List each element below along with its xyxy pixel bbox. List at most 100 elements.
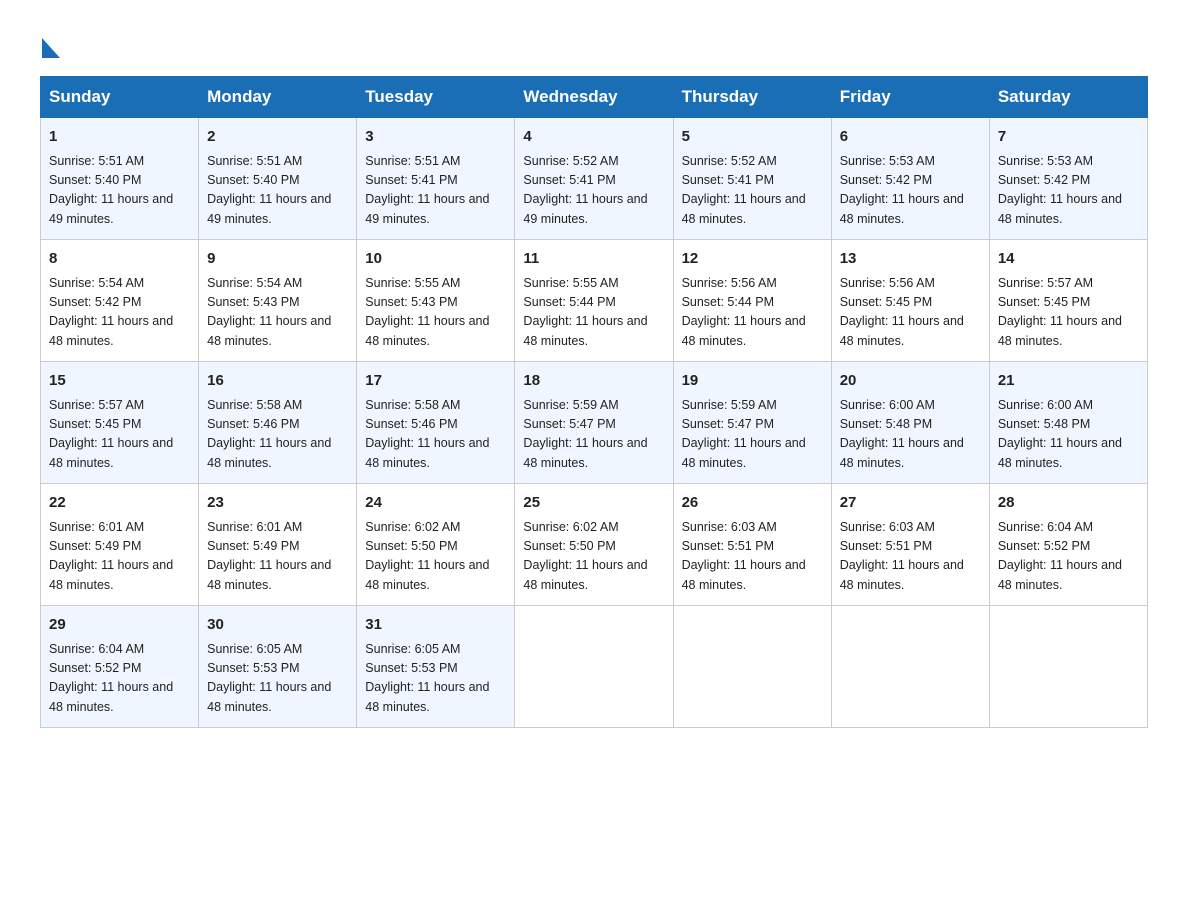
- page-header: [40, 30, 1148, 58]
- day-number: 10: [365, 248, 506, 271]
- calendar-day-cell: [989, 606, 1147, 728]
- day-number: 1: [49, 126, 190, 149]
- calendar-day-cell: 26 Sunrise: 6:03 AMSunset: 5:51 PMDayligh…: [673, 484, 831, 606]
- calendar-week-row: 29 Sunrise: 6:04 AMSunset: 5:52 PMDayligh…: [41, 606, 1148, 728]
- day-number: 6: [840, 126, 981, 149]
- calendar-day-cell: 14 Sunrise: 5:57 AMSunset: 5:45 PMDayligh…: [989, 240, 1147, 362]
- calendar-day-cell: [515, 606, 673, 728]
- day-number: 8: [49, 248, 190, 271]
- day-info: Sunrise: 6:04 AMSunset: 5:52 PMDaylight:…: [998, 518, 1139, 596]
- day-number: 11: [523, 248, 664, 271]
- day-number: 2: [207, 126, 348, 149]
- day-number: 22: [49, 492, 190, 515]
- day-number: 29: [49, 614, 190, 637]
- day-number: 25: [523, 492, 664, 515]
- day-info: Sunrise: 6:00 AMSunset: 5:48 PMDaylight:…: [998, 396, 1139, 474]
- day-of-week-header: Monday: [199, 77, 357, 118]
- day-info: Sunrise: 5:57 AMSunset: 5:45 PMDaylight:…: [998, 274, 1139, 352]
- calendar-day-cell: 28 Sunrise: 6:04 AMSunset: 5:52 PMDayligh…: [989, 484, 1147, 606]
- day-info: Sunrise: 6:04 AMSunset: 5:52 PMDaylight:…: [49, 640, 190, 718]
- day-number: 30: [207, 614, 348, 637]
- day-number: 21: [998, 370, 1139, 393]
- day-info: Sunrise: 5:57 AMSunset: 5:45 PMDaylight:…: [49, 396, 190, 474]
- day-number: 17: [365, 370, 506, 393]
- calendar-day-cell: 21 Sunrise: 6:00 AMSunset: 5:48 PMDayligh…: [989, 362, 1147, 484]
- day-info: Sunrise: 6:02 AMSunset: 5:50 PMDaylight:…: [365, 518, 506, 596]
- day-info: Sunrise: 5:55 AMSunset: 5:44 PMDaylight:…: [523, 274, 664, 352]
- day-info: Sunrise: 6:05 AMSunset: 5:53 PMDaylight:…: [365, 640, 506, 718]
- day-info: Sunrise: 6:01 AMSunset: 5:49 PMDaylight:…: [49, 518, 190, 596]
- day-info: Sunrise: 5:54 AMSunset: 5:42 PMDaylight:…: [49, 274, 190, 352]
- calendar-week-row: 22 Sunrise: 6:01 AMSunset: 5:49 PMDayligh…: [41, 484, 1148, 606]
- day-info: Sunrise: 6:05 AMSunset: 5:53 PMDaylight:…: [207, 640, 348, 718]
- calendar-day-cell: 5Sunrise: 5:52 AMSunset: 5:41 PMDaylight…: [673, 118, 831, 240]
- day-number: 9: [207, 248, 348, 271]
- calendar-day-cell: 12 Sunrise: 5:56 AMSunset: 5:44 PMDayligh…: [673, 240, 831, 362]
- day-of-week-header: Friday: [831, 77, 989, 118]
- calendar-day-cell: 10 Sunrise: 5:55 AMSunset: 5:43 PMDayligh…: [357, 240, 515, 362]
- day-info: Sunrise: 5:52 AMSunset: 5:41 PMDaylight:…: [682, 152, 823, 230]
- day-of-week-header: Wednesday: [515, 77, 673, 118]
- calendar-day-cell: 7 Sunrise: 5:53 AMSunset: 5:42 PMDaylight…: [989, 118, 1147, 240]
- day-info: Sunrise: 5:51 AMSunset: 5:40 PMDaylight:…: [49, 152, 190, 230]
- day-info: Sunrise: 5:54 AMSunset: 5:43 PMDaylight:…: [207, 274, 348, 352]
- day-info: Sunrise: 5:52 AMSunset: 5:41 PMDaylight:…: [523, 152, 664, 230]
- day-info: Sunrise: 6:02 AMSunset: 5:50 PMDaylight:…: [523, 518, 664, 596]
- day-number: 28: [998, 492, 1139, 515]
- day-of-week-header: Saturday: [989, 77, 1147, 118]
- day-info: Sunrise: 6:03 AMSunset: 5:51 PMDaylight:…: [682, 518, 823, 596]
- logo-arrow-icon: [42, 38, 60, 58]
- day-info: Sunrise: 5:55 AMSunset: 5:43 PMDaylight:…: [365, 274, 506, 352]
- day-number: 13: [840, 248, 981, 271]
- calendar-day-cell: 24 Sunrise: 6:02 AMSunset: 5:50 PMDayligh…: [357, 484, 515, 606]
- calendar-day-cell: [831, 606, 989, 728]
- calendar-day-cell: 1 Sunrise: 5:51 AMSunset: 5:40 PMDaylight…: [41, 118, 199, 240]
- day-number: 15: [49, 370, 190, 393]
- day-info: Sunrise: 5:56 AMSunset: 5:44 PMDaylight:…: [682, 274, 823, 352]
- day-of-week-header: Tuesday: [357, 77, 515, 118]
- day-number: 12: [682, 248, 823, 271]
- day-info: Sunrise: 6:03 AMSunset: 5:51 PMDaylight:…: [840, 518, 981, 596]
- calendar-day-cell: 29 Sunrise: 6:04 AMSunset: 5:52 PMDayligh…: [41, 606, 199, 728]
- calendar-day-cell: 23Sunrise: 6:01 AMSunset: 5:49 PMDayligh…: [199, 484, 357, 606]
- calendar-day-cell: 15 Sunrise: 5:57 AMSunset: 5:45 PMDayligh…: [41, 362, 199, 484]
- day-number: 23: [207, 492, 348, 515]
- day-number: 20: [840, 370, 981, 393]
- day-info: Sunrise: 5:56 AMSunset: 5:45 PMDaylight:…: [840, 274, 981, 352]
- day-number: 18: [523, 370, 664, 393]
- calendar-table: SundayMondayTuesdayWednesdayThursdayFrid…: [40, 76, 1148, 728]
- calendar-day-cell: 4 Sunrise: 5:52 AMSunset: 5:41 PMDaylight…: [515, 118, 673, 240]
- calendar-day-cell: 22 Sunrise: 6:01 AMSunset: 5:49 PMDayligh…: [41, 484, 199, 606]
- day-info: Sunrise: 5:58 AMSunset: 5:46 PMDaylight:…: [207, 396, 348, 474]
- day-info: Sunrise: 5:51 AMSunset: 5:40 PMDaylight:…: [207, 152, 348, 230]
- day-of-week-header: Thursday: [673, 77, 831, 118]
- calendar-day-cell: 2 Sunrise: 5:51 AMSunset: 5:40 PMDaylight…: [199, 118, 357, 240]
- calendar-day-cell: 3Sunrise: 5:51 AMSunset: 5:41 PMDaylight…: [357, 118, 515, 240]
- day-of-week-header: Sunday: [41, 77, 199, 118]
- calendar-day-cell: [673, 606, 831, 728]
- day-info: Sunrise: 5:53 AMSunset: 5:42 PMDaylight:…: [998, 152, 1139, 230]
- day-info: Sunrise: 5:53 AMSunset: 5:42 PMDaylight:…: [840, 152, 981, 230]
- calendar-day-cell: 16Sunrise: 5:58 AMSunset: 5:46 PMDayligh…: [199, 362, 357, 484]
- calendar-day-cell: 19Sunrise: 5:59 AMSunset: 5:47 PMDayligh…: [673, 362, 831, 484]
- calendar-day-cell: 30 Sunrise: 6:05 AMSunset: 5:53 PMDayligh…: [199, 606, 357, 728]
- calendar-day-cell: 11 Sunrise: 5:55 AMSunset: 5:44 PMDayligh…: [515, 240, 673, 362]
- day-number: 7: [998, 126, 1139, 149]
- calendar-day-cell: 31 Sunrise: 6:05 AMSunset: 5:53 PMDayligh…: [357, 606, 515, 728]
- calendar-week-row: 8 Sunrise: 5:54 AMSunset: 5:42 PMDaylight…: [41, 240, 1148, 362]
- calendar-day-cell: 18Sunrise: 5:59 AMSunset: 5:47 PMDayligh…: [515, 362, 673, 484]
- day-number: 14: [998, 248, 1139, 271]
- calendar-day-cell: 27 Sunrise: 6:03 AMSunset: 5:51 PMDayligh…: [831, 484, 989, 606]
- day-number: 24: [365, 492, 506, 515]
- day-number: 4: [523, 126, 664, 149]
- calendar-day-cell: 6 Sunrise: 5:53 AMSunset: 5:42 PMDaylight…: [831, 118, 989, 240]
- calendar-day-cell: 13 Sunrise: 5:56 AMSunset: 5:45 PMDayligh…: [831, 240, 989, 362]
- day-number: 27: [840, 492, 981, 515]
- day-number: 19: [682, 370, 823, 393]
- calendar-day-cell: 17 Sunrise: 5:58 AMSunset: 5:46 PMDayligh…: [357, 362, 515, 484]
- day-number: 26: [682, 492, 823, 515]
- day-info: Sunrise: 5:58 AMSunset: 5:46 PMDaylight:…: [365, 396, 506, 474]
- day-info: Sunrise: 6:00 AMSunset: 5:48 PMDaylight:…: [840, 396, 981, 474]
- day-number: 31: [365, 614, 506, 637]
- day-info: Sunrise: 5:51 AMSunset: 5:41 PMDaylight:…: [365, 152, 506, 230]
